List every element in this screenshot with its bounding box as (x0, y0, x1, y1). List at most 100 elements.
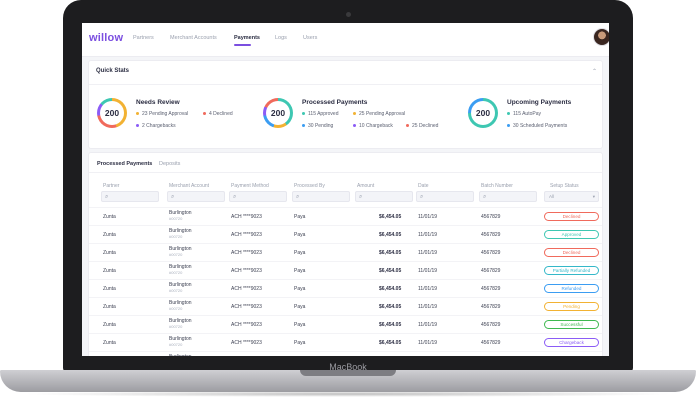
chevron-up-icon[interactable]: ⌃ (592, 68, 597, 75)
processed-by-filter-input[interactable]: ⌕ (292, 191, 350, 202)
cell-amount: $6,454.05 (379, 340, 402, 346)
status-badge: Declined (544, 212, 599, 221)
stat-line: 115 Approved (302, 111, 339, 117)
tab-deposits[interactable]: Deposits (159, 161, 180, 167)
status-dot (353, 124, 356, 128)
camera-icon (346, 12, 351, 17)
upcoming-payments-title: Upcoming Payments (507, 99, 572, 106)
table-row[interactable]: Zunta Burlington #00720 ACH ****9023 Paya $6,… (89, 297, 602, 315)
cell-merchant: Burlington #00720 (169, 318, 192, 329)
tab-divider (89, 172, 602, 173)
needs-review-value: 200 (100, 101, 124, 125)
status-badge: Successful (544, 320, 599, 329)
avatar[interactable] (593, 28, 609, 46)
nav-item-merchant-accounts[interactable]: Merchant Accounts (170, 35, 217, 41)
cell-amount: $6,454.05 (379, 214, 402, 220)
logo[interactable]: willow (89, 32, 123, 44)
column-header-date[interactable]: Date (418, 183, 429, 189)
cell-amount: $6,454.05 (379, 304, 402, 310)
cell-processed-by: Paya (294, 214, 306, 220)
cell-batch-number: 4567829 (481, 286, 501, 292)
nav-item-logs[interactable]: Logs (275, 35, 287, 41)
cell-date: 11/01/19 (418, 232, 438, 238)
table-row[interactable]: Zunta Burlington #00720 ACH ****9023 Paya $6,… (89, 261, 602, 279)
chevron-down-icon: ▾ (592, 194, 595, 199)
merchant-id: #00720 (169, 234, 183, 239)
table-row[interactable]: Zunta Burlington #00720 ACH ****9023 Paya $6,… (89, 207, 602, 225)
column-header-amount[interactable]: Amount (357, 183, 374, 189)
nav-item-partners[interactable]: Partners (133, 35, 154, 41)
cell-merchant: Burlington #00720 (169, 264, 192, 275)
date-filter-input[interactable]: ⌕ (416, 191, 474, 202)
cell-payment-method: ACH ****9023 (231, 322, 262, 328)
cell-processed-by: Paya (294, 250, 306, 256)
upcoming-payments-value: 200 (471, 101, 495, 125)
cell-date: 11/01/19 (418, 322, 438, 328)
status-dot (302, 124, 305, 128)
status-dot (136, 112, 139, 116)
table-row[interactable]: Zunta Burlington #00720 ACH ****9023 Paya $6,… (89, 225, 602, 243)
cell-payment-method: ACH ****9023 (231, 304, 262, 310)
table-row[interactable]: Zunta Burlington #00720 ACH ****9023 Paya $6,… (89, 243, 602, 261)
cell-partner: Zunta (103, 322, 116, 328)
cell-batch-number: 4567829 (481, 304, 501, 310)
search-icon: ⌕ (296, 194, 300, 200)
nav-item-payments[interactable]: Payments (234, 35, 260, 41)
column-header-batch-number[interactable]: Batch Number (481, 183, 513, 189)
cell-payment-method: ACH ****9023 (231, 286, 262, 292)
status-dot (353, 112, 356, 116)
cell-batch-number: 4567829 (481, 232, 501, 238)
payments-table-card: Processed Payments Deposits Partner Merc… (88, 152, 603, 356)
cell-processed-by: Paya (294, 232, 306, 238)
search-icon: ⌕ (105, 194, 109, 200)
table-row[interactable]: Burlington (89, 351, 602, 356)
cell-date: 11/01/19 (418, 268, 438, 274)
cell-payment-method: ACH ****9023 (231, 268, 262, 274)
stat-line: 30 Scheduled Payments (507, 123, 567, 129)
column-header-payment-method[interactable]: Payment Method (231, 183, 269, 189)
merchant-filter-input[interactable]: ⌕ (167, 191, 225, 202)
cell-merchant: Burlington #00720 (169, 228, 192, 239)
cell-partner: Zunta (103, 304, 116, 310)
cell-amount: $6,454.05 (379, 268, 402, 274)
status-dot (406, 124, 409, 128)
status-filter-value: All (549, 194, 555, 199)
cell-merchant: Burlington #00720 (169, 336, 192, 347)
upcoming-payments-ring: 200 (468, 98, 498, 128)
cell-merchant: Burlington (169, 354, 192, 356)
cell-partner: Zunta (103, 214, 116, 220)
amount-filter-input[interactable]: ⌕ (355, 191, 413, 202)
column-header-processed-by[interactable]: Processed By (294, 183, 325, 189)
cell-payment-method: ACH ****9023 (231, 340, 262, 346)
payment-method-filter-input[interactable]: ⌕ (229, 191, 287, 202)
status-dot (507, 112, 510, 116)
cell-payment-method: ACH ****9023 (231, 232, 262, 238)
column-header-partner[interactable]: Partner (103, 183, 119, 189)
processed-payments-value: 200 (266, 101, 290, 125)
search-icon: ⌕ (171, 194, 175, 200)
status-badge: Refunded (544, 284, 599, 293)
status-badge: Pending (544, 302, 599, 311)
cell-processed-by: Paya (294, 304, 306, 310)
table-row[interactable]: Zunta Burlington #00720 ACH ****9023 Paya $6,… (89, 315, 602, 333)
partner-filter-input[interactable]: ⌕ (101, 191, 159, 202)
batch-filter-input[interactable]: ⌕ (479, 191, 537, 202)
top-nav: willow Partners Merchant Accounts Paymen… (82, 23, 609, 57)
status-dot (203, 112, 206, 116)
stat-line: 4 Declined (203, 111, 233, 117)
column-header-merchant-account[interactable]: Merchant Account (169, 183, 209, 189)
status-badge: Approved (544, 230, 599, 239)
status-filter-select[interactable]: All ▾ (544, 191, 599, 202)
cell-date: 11/01/19 (418, 340, 438, 346)
tab-processed-payments[interactable]: Processed Payments (97, 161, 152, 167)
cell-amount: $6,454.05 (379, 322, 402, 328)
stat-line: 23 Pending Approval (136, 111, 188, 117)
cell-batch-number: 4567829 (481, 268, 501, 274)
nav-item-users[interactable]: Users (303, 35, 317, 41)
table-row[interactable]: Zunta Burlington #00720 ACH ****9023 Paya $6,… (89, 333, 602, 351)
nav-active-indicator (234, 44, 251, 46)
table-row[interactable]: Zunta Burlington #00720 ACH ****9023 Paya $6,… (89, 279, 602, 297)
cell-batch-number: 4567829 (481, 322, 501, 328)
column-header-setup-status[interactable]: Setup Status (550, 183, 579, 189)
search-icon: ⌕ (420, 194, 424, 200)
